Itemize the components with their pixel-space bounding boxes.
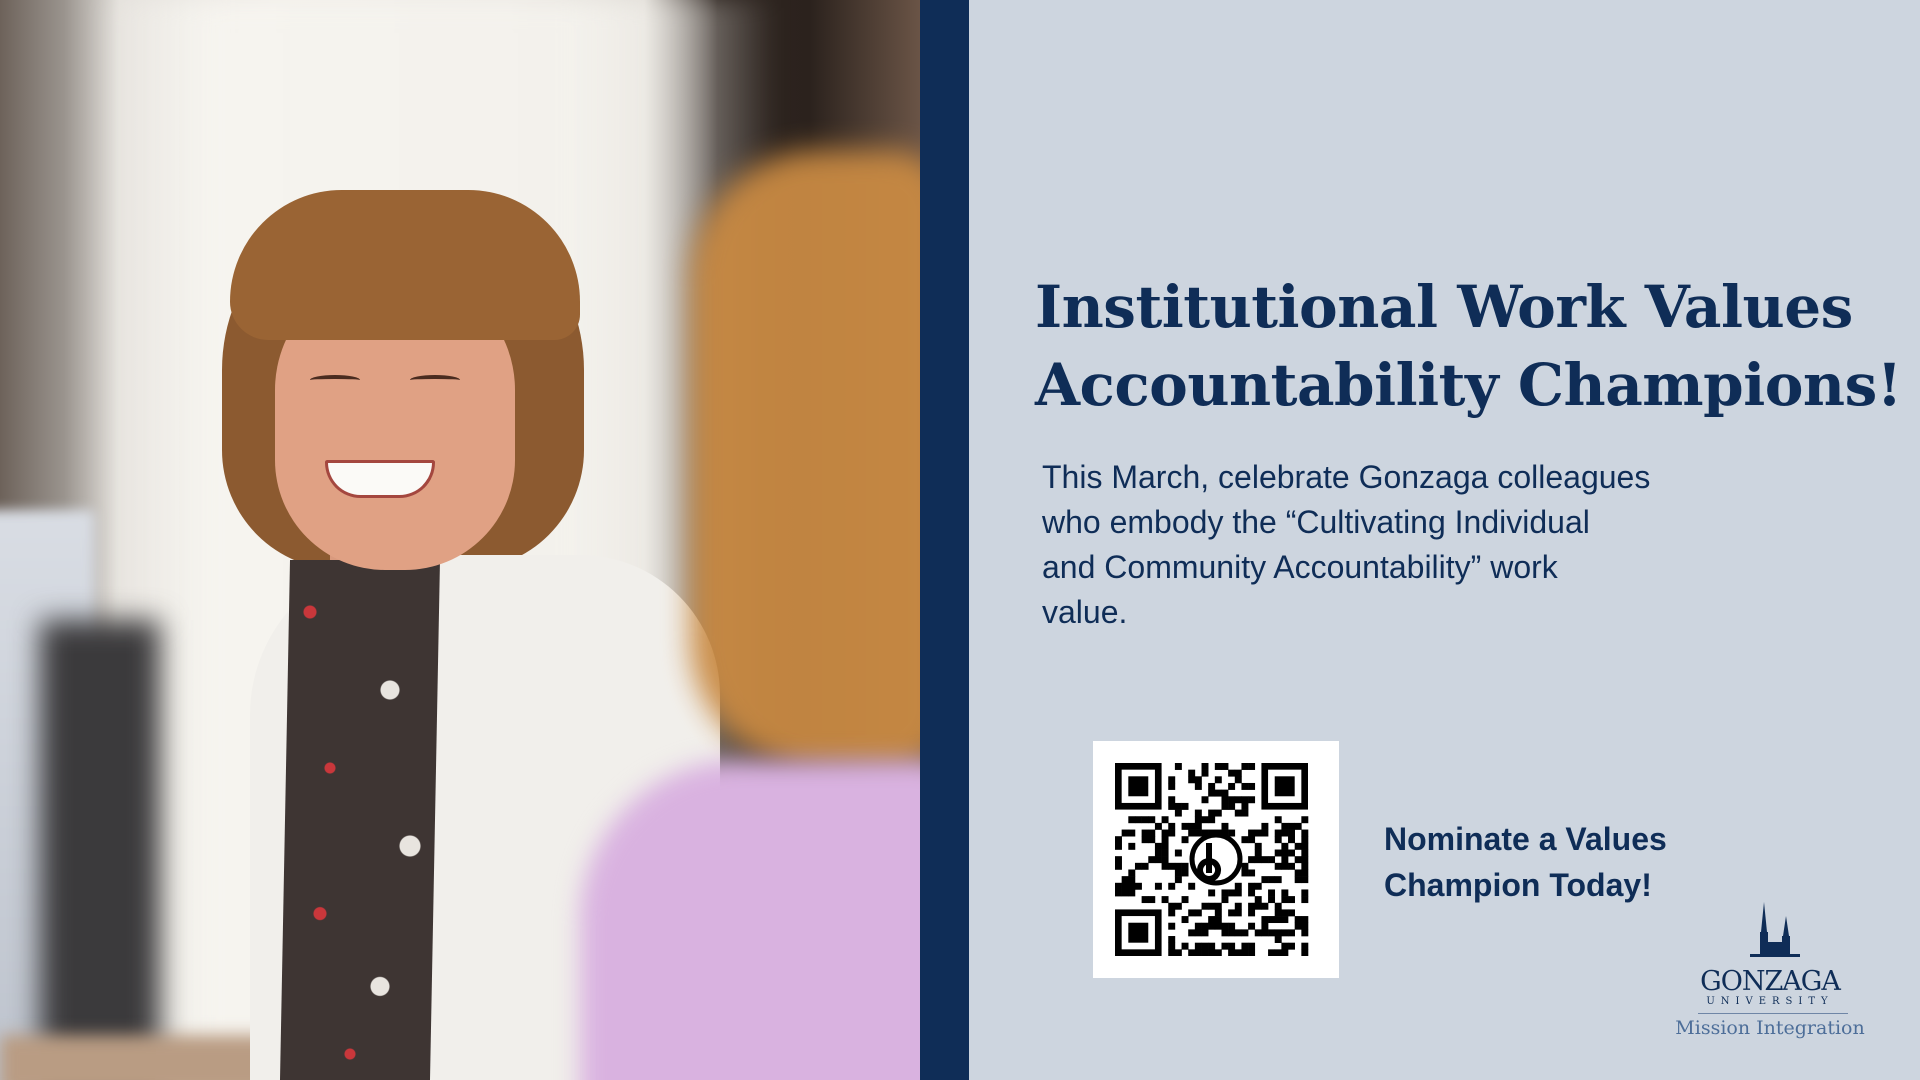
logo-divider [1698,1013,1848,1014]
cta-line-1: Nominate a Values [1384,821,1667,857]
logo-wordmark: GONZAGA [1700,966,1841,997]
church-spires-icon [1750,902,1800,957]
nominate-cta: Nominate a Values Champion Today! [1384,816,1704,908]
slide: Institutional Work Values Accountability… [0,0,1920,1080]
logo-department: Mission Integration [1675,1017,1865,1039]
photo-monitor-stand [40,620,160,1080]
woman-eye-left [310,375,360,385]
woman-eye-right [410,375,460,385]
body-text: This March, celebrate Gonzaga colleagues… [1042,455,1762,635]
qr-code[interactable] [1093,741,1339,978]
qr-code-icon [1115,763,1309,956]
body-line-1: This March, celebrate Gonzaga colleagues [1042,459,1651,495]
woman-bangs [230,190,580,340]
body-line-2: who embody the “Cultivating Individual [1042,504,1590,540]
body-line-4: value. [1042,594,1128,630]
headline-line-1: Institutional Work Values [1035,273,1853,341]
headline-line-2: Accountability Champions! [1035,351,1902,419]
woman-smile [325,460,435,498]
navy-divider-bar [920,0,969,1080]
foreground-person-hair [690,150,920,770]
headline: Institutional Work Values Accountability… [1035,268,1915,424]
gonzaga-logo: GONZAGA UNIVERSITY Mission Integration [1670,902,1870,1052]
hero-photo [0,0,920,1080]
cta-line-2: Champion Today! [1384,867,1652,903]
body-line-3: and Community Accountability” work [1042,549,1558,585]
logo-university: UNIVERSITY [1706,996,1834,1007]
foreground-person-shoulder [580,760,920,1080]
